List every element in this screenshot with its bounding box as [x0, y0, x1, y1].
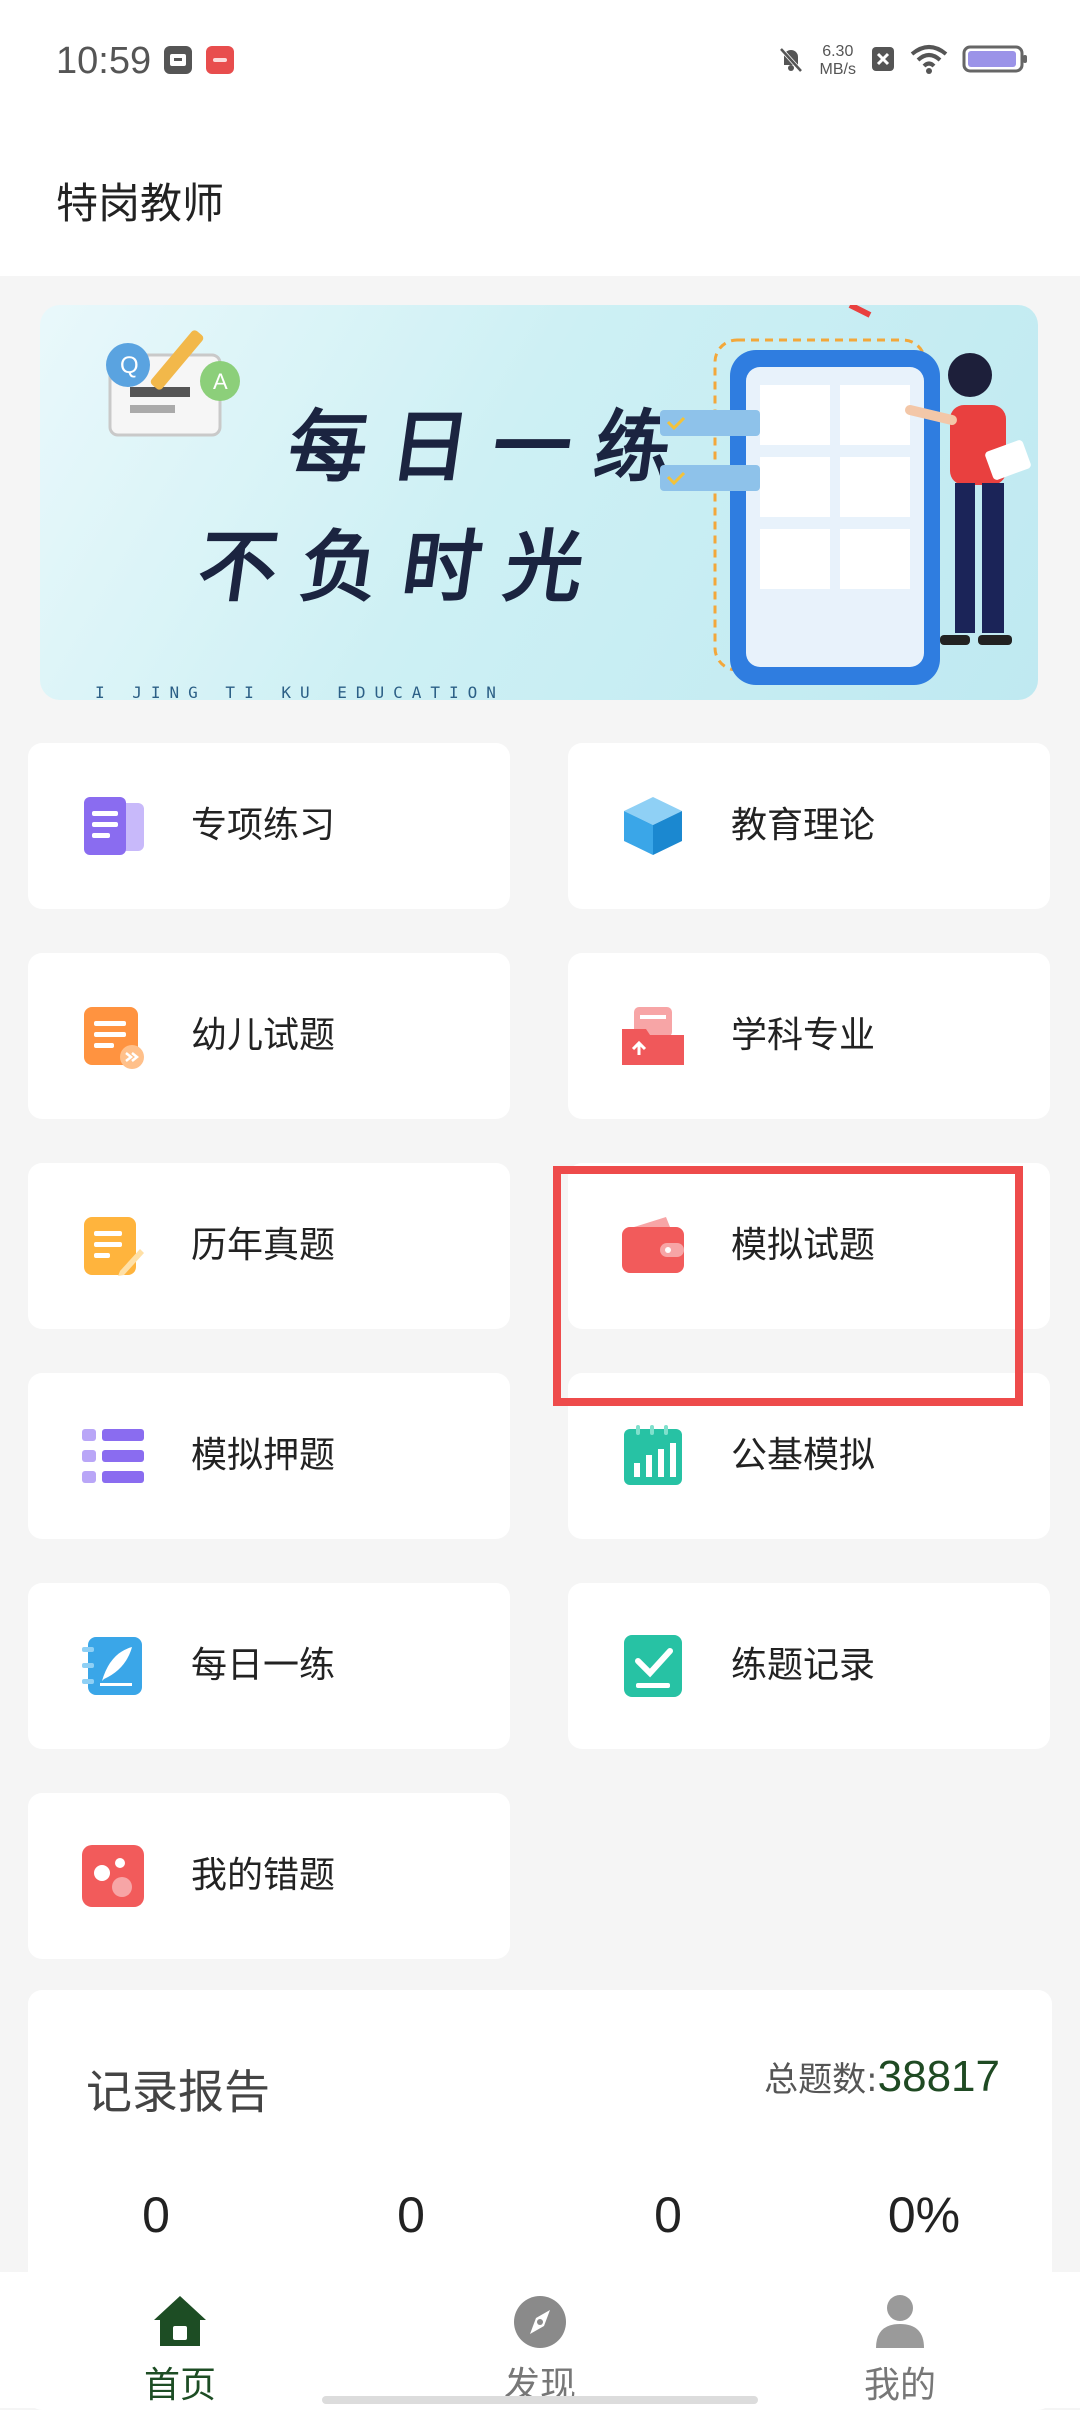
total-questions: 总题数:38817: [764, 2052, 1000, 2102]
person-icon: [876, 2295, 924, 2348]
wifi-icon: [910, 44, 948, 78]
report-stat: 0: [654, 2187, 682, 2243]
menu-label: 练题记录: [731, 1645, 876, 1686]
status-time: 10:59: [56, 40, 152, 82]
checkbox-icon: [620, 1633, 686, 1699]
cube-icon: [620, 793, 686, 859]
folder-upload-icon: [620, 1003, 686, 1069]
app-header: 特岗教师: [0, 120, 1080, 276]
bottom-tab-bar: 首页 发现 我的: [0, 2272, 1080, 2408]
qa-paper-icon: Q A: [70, 315, 250, 449]
document-icon: [80, 793, 146, 859]
dots-icon: [80, 1843, 146, 1909]
feather-book-icon: [80, 1633, 146, 1699]
screen-record-icon: [164, 46, 192, 74]
banner-headline-1: 每日一练: [282, 402, 704, 493]
net-speed: 6.30 MB/s: [820, 43, 856, 79]
total-questions-value: 38817: [877, 2052, 1000, 2101]
home-icon: [154, 2296, 206, 2346]
menu-card-subject-major[interactable]: 学科专业: [568, 953, 1050, 1119]
sim-error-icon: [870, 44, 896, 78]
menu-card-past-exams[interactable]: 历年真题: [28, 1163, 510, 1329]
menu-card-practice-records[interactable]: 练题记录: [568, 1583, 1050, 1749]
menu-card-special-practice[interactable]: 专项练习: [28, 743, 510, 909]
menu-card-preschool-questions[interactable]: 幼儿试题: [28, 953, 510, 1119]
highlight-box: [553, 1166, 1023, 1406]
menu-label: 学科专业: [731, 1015, 876, 1056]
menu-card-education-theory[interactable]: 教育理论: [568, 743, 1050, 909]
tab-label: 首页: [143, 2365, 216, 2406]
tab-discover[interactable]: 发现: [440, 2272, 640, 2408]
home-indicator[interactable]: [322, 2396, 758, 2404]
menu-label: 每日一练: [191, 1645, 336, 1686]
menu-card-my-mistakes[interactable]: 我的错题: [28, 1793, 510, 1959]
page-title: 特岗教师: [56, 179, 225, 228]
tab-mine[interactable]: 我的: [800, 2272, 1000, 2408]
menu-label: 教育理论: [731, 805, 876, 846]
svg-text:A: A: [213, 369, 228, 394]
menu-label: 模拟押题: [191, 1435, 336, 1476]
edit-doc-icon: [80, 1213, 146, 1279]
list-doc-icon: [80, 1003, 146, 1069]
tab-home[interactable]: 首页: [80, 2272, 280, 2408]
menu-card-daily-practice[interactable]: 每日一练: [28, 1583, 510, 1749]
tab-label: 我的: [863, 2365, 936, 2406]
net-speed-value: 6.30: [822, 43, 854, 60]
menu-label: 专项练习: [191, 805, 336, 846]
net-speed-unit: MB/s: [819, 61, 856, 78]
report-stat: 0%: [887, 2187, 961, 2243]
report-stat: 0: [397, 2187, 425, 2243]
status-bar: 10:59 6.30 MB/s: [0, 0, 1080, 120]
report-stat: 0: [142, 2187, 170, 2243]
list-icon: [80, 1423, 146, 1489]
promo-banner[interactable]: Q A 每日一练 不负时光 I JING TI KU EDUCATION: [40, 305, 1038, 700]
menu-card-mock-predictions[interactable]: 模拟押题: [28, 1373, 510, 1539]
mute-icon: [776, 44, 806, 78]
status-icons: 6.30 MB/s: [776, 36, 1028, 86]
app-notification-icon: [206, 46, 234, 74]
menu-label: 幼儿试题: [191, 1015, 336, 1056]
svg-text:Q: Q: [120, 352, 139, 379]
bar-chart-icon: [620, 1423, 686, 1489]
menu-label: 历年真题: [191, 1225, 336, 1266]
battery-icon: [962, 44, 1028, 78]
banner-subtitle: I JING TI KU EDUCATION: [95, 683, 505, 700]
total-questions-label: 总题数:: [764, 2060, 878, 2100]
menu-label: 我的错题: [191, 1855, 336, 1896]
banner-headline-2: 不负时光: [192, 522, 614, 613]
phone-illustration: [660, 305, 1038, 700]
report-title: 记录报告: [86, 2065, 270, 2119]
compass-icon: [514, 2296, 566, 2348]
